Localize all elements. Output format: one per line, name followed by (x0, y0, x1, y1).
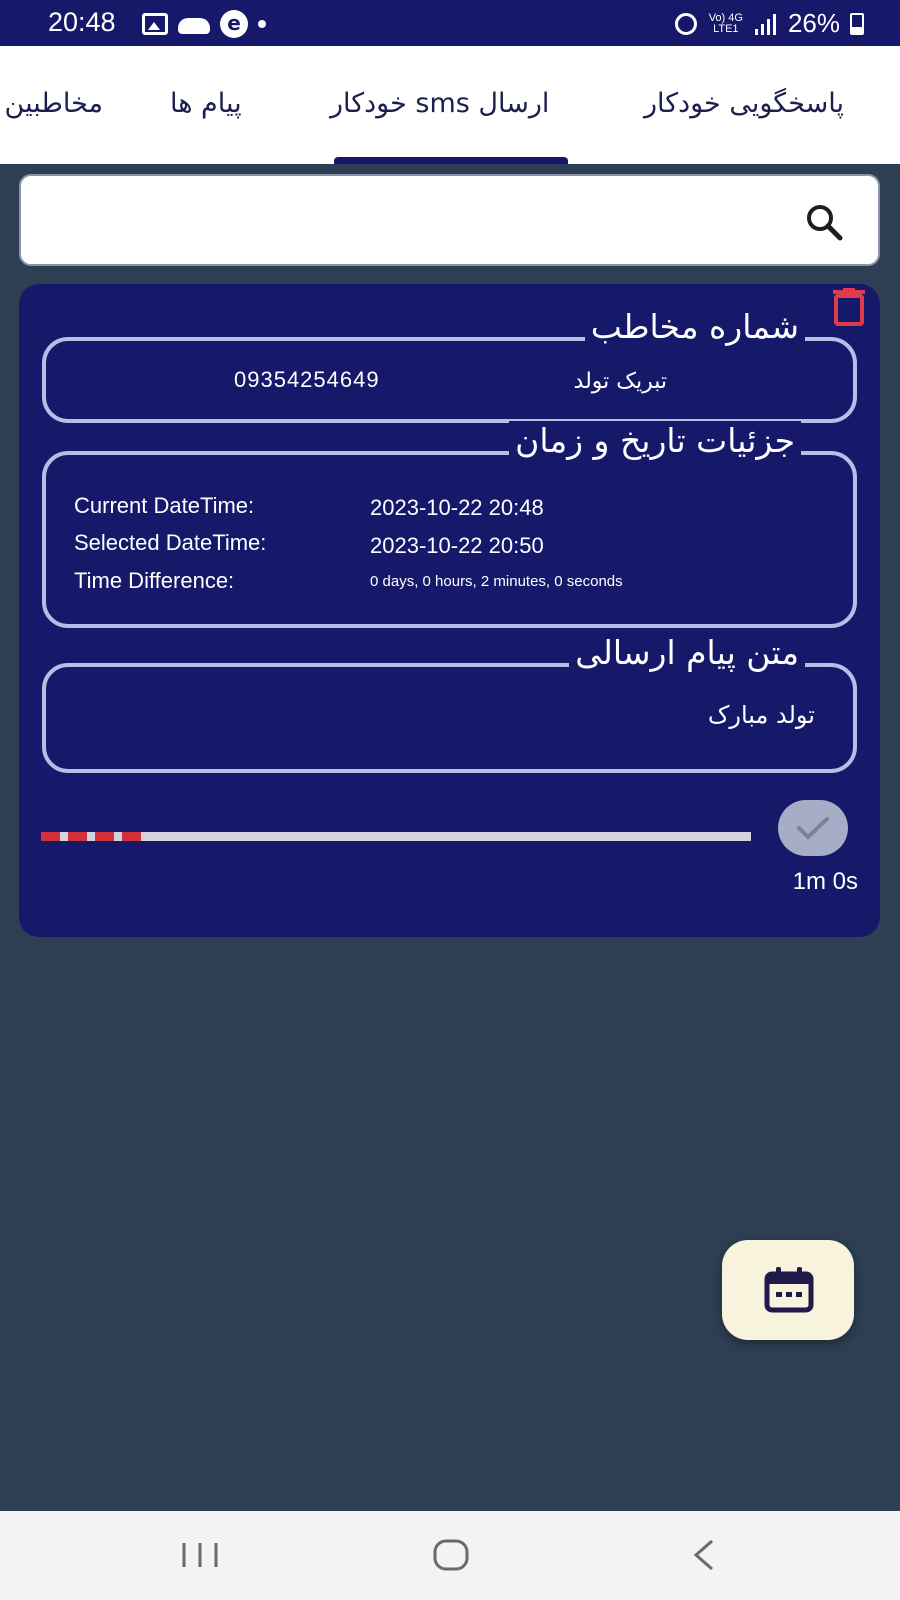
active-tab-indicator (334, 157, 568, 164)
alarm-icon (674, 12, 697, 35)
message-section-legend: متن پیام ارسالی (569, 633, 805, 672)
check-icon (797, 817, 829, 840)
contact-section-legend: شماره مخاطب (584, 307, 805, 346)
countdown-progress-bar (41, 832, 751, 841)
tab-auto-reply[interactable]: پاسخگویی خودکار (644, 88, 844, 119)
system-icons: Vo) 4G LTE1 26% (674, 8, 840, 39)
selected-datetime-label: Selected DateTime: (74, 530, 267, 555)
tab-contacts[interactable]: مخاطبین (5, 88, 103, 119)
selected-datetime-value: 2023-10-22 20:50 (370, 533, 544, 558)
cloud-icon (178, 18, 210, 34)
contact-name: تبریک تولد (573, 369, 667, 394)
calendar-icon (764, 1267, 814, 1313)
system-navigation-bar (0, 1511, 900, 1600)
datetime-section: جزئیات تاریخ و زمان Current DateTime: 20… (42, 421, 857, 628)
contact-section: شماره مخاطب تبریک تولد 09354254649 (42, 307, 857, 423)
countdown-text: 1m 0s (792, 868, 858, 895)
trash-icon[interactable] (832, 288, 866, 326)
status-bar: 20:48 e Vo) 4G LTE1 26% (0, 0, 900, 46)
message-text: تولد مبارک (707, 701, 815, 729)
current-datetime-label: Current DateTime: (74, 493, 255, 518)
contact-number: 09354254649 (234, 367, 380, 392)
more-notifications-icon (258, 20, 266, 28)
time-difference-label: Time Difference: (74, 568, 235, 593)
recent-apps-icon[interactable] (170, 1531, 230, 1579)
datetime-section-legend: جزئیات تاریخ و زمان (509, 421, 801, 460)
schedule-fab[interactable] (722, 1240, 854, 1340)
search-box (19, 174, 880, 266)
tab-messages[interactable]: پیام ها (170, 88, 242, 119)
countdown-progress-fill (41, 832, 148, 841)
search-icon[interactable] (804, 202, 844, 242)
check-button[interactable] (778, 800, 848, 856)
current-datetime-value: 2023-10-22 20:48 (370, 495, 544, 520)
network-indicator: Vo) 4G LTE1 (709, 12, 743, 35)
time-difference-value: 0 days, 0 hours, 2 minutes, 0 seconds (370, 573, 623, 590)
signal-icon (754, 13, 776, 35)
status-time: 20:48 (48, 7, 116, 37)
battery-level: 26% (787, 8, 840, 38)
network-carrier: LTE1 (713, 22, 739, 35)
back-icon[interactable] (674, 1531, 734, 1579)
notification-icons: e (142, 10, 266, 38)
app-notification-icon: e (220, 10, 248, 38)
battery-icon (850, 13, 864, 35)
tab-auto-sms[interactable]: ارسال sms خودکار (330, 88, 549, 119)
scheduled-sms-card: شماره مخاطب تبریک تولد 09354254649 جزئیا… (19, 284, 880, 937)
gallery-icon (142, 13, 168, 35)
message-section: متن پیام ارسالی تولد مبارک (42, 633, 857, 773)
tab-bar: پاسخگویی خودکار ارسال sms خودکار پیام ها… (0, 46, 900, 164)
search-input[interactable] (41, 194, 781, 248)
home-icon[interactable] (421, 1531, 481, 1579)
